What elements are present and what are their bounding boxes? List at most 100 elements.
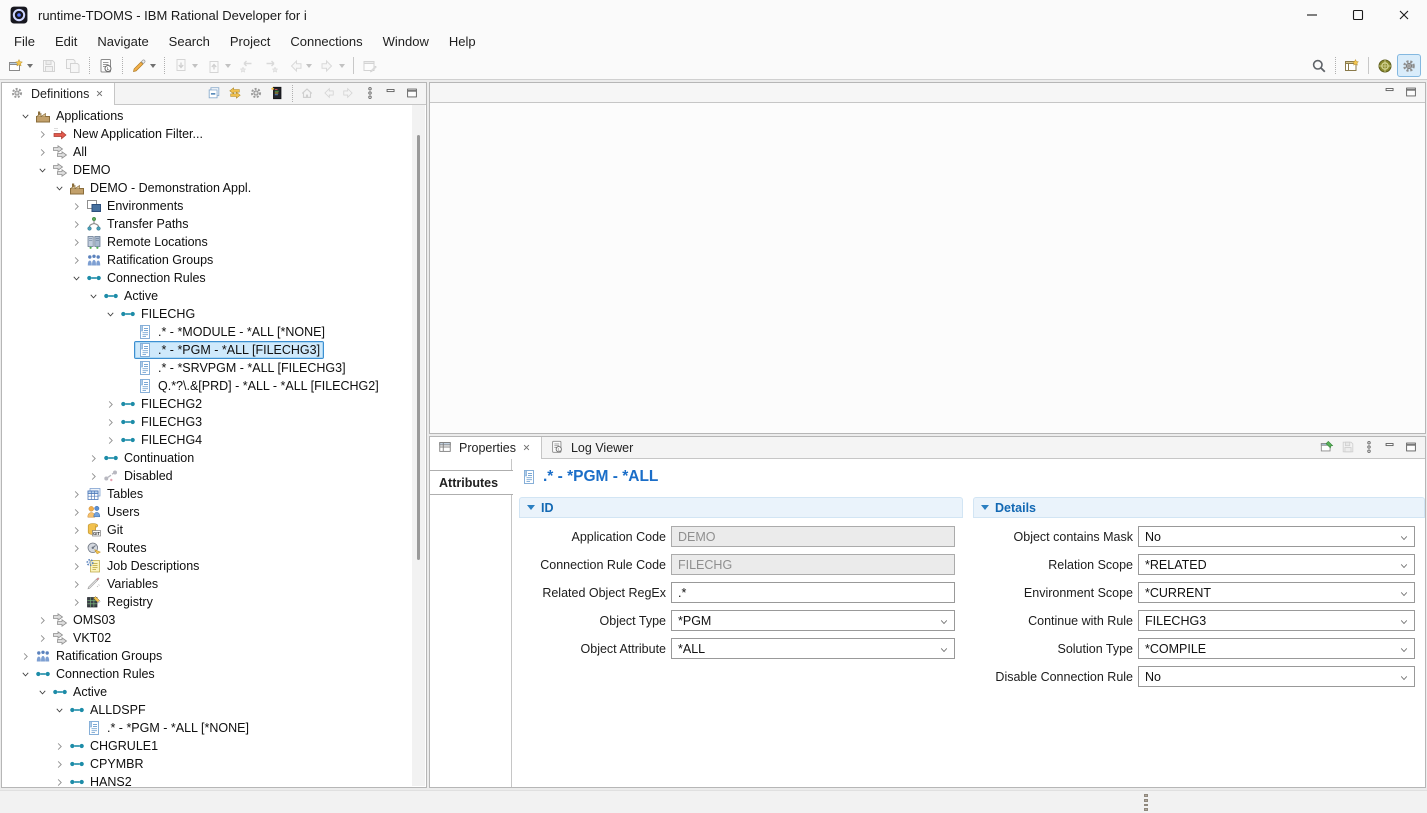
close-icon[interactable] [521,442,533,454]
show-log-button[interactable] [267,84,288,104]
tree-expander[interactable] [35,613,49,627]
menu-connections[interactable]: Connections [280,32,372,51]
object-contains-mask-select[interactable]: No [1138,526,1415,547]
tree-expander[interactable] [86,451,100,465]
close-icon[interactable] [94,88,106,100]
minimize-button[interactable] [381,84,402,104]
scrollbar-thumb[interactable] [417,135,420,560]
object-type-select[interactable]: *PGM [671,610,955,631]
tab-log-viewer[interactable]: L Log Viewer [542,437,641,458]
menu-project[interactable]: Project [220,32,280,51]
tree-item[interactable]: .* - *PGM - *ALL [FILECHG3] [2,341,412,359]
tree-expander[interactable] [52,703,66,717]
tree-item[interactable]: .* - *SRVPGM - *ALL [FILECHG3] [2,359,412,377]
highlighter-button[interactable] [127,54,160,77]
menu-search[interactable]: Search [159,32,220,51]
minimize-button[interactable] [1380,83,1401,103]
tree-expander[interactable] [69,595,83,609]
new-wizard-button[interactable] [4,54,37,77]
tree-expander[interactable] [69,217,83,231]
minimize-button[interactable] [1289,0,1335,30]
tree-item[interactable]: Disabled [2,467,412,485]
tree-expander[interactable] [35,127,49,141]
collapse-all-button[interactable] [204,84,225,104]
tree-expander[interactable] [86,469,100,483]
pin-button[interactable] [1317,438,1338,458]
tree-item[interactable]: Connection Rules [2,665,412,683]
environment-scope-select[interactable]: *CURRENT [1138,582,1415,603]
search-button[interactable] [1307,54,1331,77]
tree-item[interactable]: FILECHG3 [2,413,412,431]
view-menu-button[interactable] [360,84,381,104]
tree-item[interactable]: Job Descriptions [2,557,412,575]
statusbar-grip[interactable] [1144,794,1149,811]
sync-button[interactable] [225,84,246,104]
tree-item[interactable]: Routes [2,539,412,557]
tree-expander[interactable] [18,109,32,123]
perspective-definitions-button[interactable] [1397,54,1421,77]
tree-item[interactable]: FILECHG2 [2,395,412,413]
tree-item[interactable]: Applications [2,107,412,125]
tree-expander[interactable] [18,649,32,663]
tree-expander[interactable] [69,541,83,555]
tree-expander[interactable] [69,505,83,519]
maximize-button[interactable] [1401,83,1422,103]
solution-type-select[interactable]: *COMPILE [1138,638,1415,659]
tree-item[interactable]: Environments [2,197,412,215]
tree-scrollbar[interactable] [412,105,425,786]
menu-help[interactable]: Help [439,32,486,51]
perspective-tdoms-button[interactable] [1373,54,1397,77]
tree-expander[interactable] [86,289,100,303]
menu-edit[interactable]: Edit [45,32,87,51]
tree-item[interactable]: CPYMBR [2,755,412,773]
tree-item[interactable]: .* - *PGM - *ALL [*NONE] [2,719,412,737]
close-button[interactable] [1381,0,1427,30]
tree-item[interactable]: VKT02 [2,629,412,647]
tree-item[interactable]: Active [2,683,412,701]
maximize-button[interactable] [1335,0,1381,30]
tree-item[interactable]: Q.*?\.&[PRD] - *ALL - *ALL [FILECHG2] [2,377,412,395]
tree-expander[interactable] [103,415,117,429]
tree-item[interactable]: Continuation [2,449,412,467]
menu-window[interactable]: Window [373,32,439,51]
maximize-button[interactable] [402,84,423,104]
tree-item[interactable]: Transfer Paths [2,215,412,233]
tree-item[interactable]: .* - *MODULE - *ALL [*NONE] [2,323,412,341]
tree-item[interactable]: FILECHG4 [2,431,412,449]
tree-expander[interactable] [52,775,66,787]
tree-expander[interactable] [52,739,66,753]
tree-item[interactable]: Tables [2,485,412,503]
tab-properties[interactable]: Properties [430,437,542,459]
tree-expander[interactable] [35,163,49,177]
tree-item[interactable]: Ratification Groups [2,647,412,665]
tree-expander[interactable] [18,667,32,681]
section-details-header[interactable]: Details [973,497,1425,518]
maximize-button[interactable] [1401,438,1422,458]
tree-expander[interactable] [35,631,49,645]
open-perspective-button[interactable] [1340,54,1364,77]
tree-item[interactable]: ALLDSPF [2,701,412,719]
tree-item[interactable]: DEMO - Demonstration Appl. [2,179,412,197]
continue-with-rule-select[interactable]: FILECHG3 [1138,610,1415,631]
tree-item[interactable]: Connection Rules [2,269,412,287]
tree-expander[interactable] [103,433,117,447]
disable-connection-rule-select[interactable]: No [1138,666,1415,687]
tree-expander[interactable] [103,397,117,411]
tree-item[interactable]: Remote Locations [2,233,412,251]
tree-expander[interactable] [103,307,117,321]
tree-expander[interactable] [69,559,83,573]
tab-attributes[interactable]: Attributes [430,470,513,495]
tree-expander[interactable] [52,181,66,195]
menu-file[interactable]: File [4,32,45,51]
tree-expander[interactable] [69,271,83,285]
tree-expander[interactable] [52,757,66,771]
tree-expander[interactable] [35,145,49,159]
gear-button[interactable] [246,84,267,104]
tree-item[interactable]: DEMO [2,161,412,179]
tree-item[interactable]: All [2,143,412,161]
tree-expander[interactable] [35,685,49,699]
tree-item[interactable]: Variables [2,575,412,593]
tree-expander[interactable] [69,199,83,213]
object-attribute-select[interactable]: *ALL [671,638,955,659]
tree-expander[interactable] [69,487,83,501]
